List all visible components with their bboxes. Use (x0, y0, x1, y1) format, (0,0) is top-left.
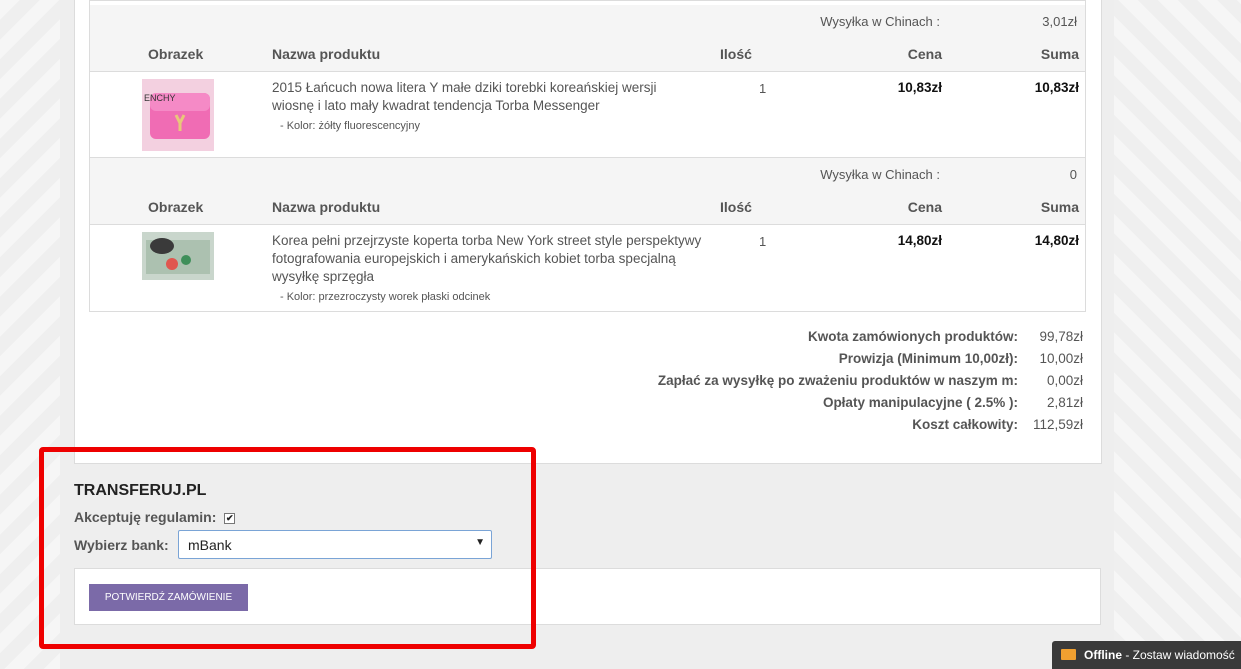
envelope-icon (1061, 649, 1076, 660)
total-value: 10,00zł (1039, 351, 1083, 366)
chat-status: Offline (1084, 648, 1122, 662)
product-image[interactable] (142, 232, 214, 280)
product-sum: 10,83zł (1034, 80, 1079, 95)
chat-text[interactable]: Offline - Zostaw wiadomość (1084, 648, 1235, 662)
chat-message: - Zostaw wiadomość (1122, 648, 1235, 662)
header-name: Nazwa produktu (272, 46, 381, 62)
product-qty: 1 (759, 234, 767, 249)
total-label: Kwota zamówionych produktów: (807, 329, 1018, 344)
total-label: Prowizja (Minimum 10,00zł): (838, 351, 1018, 366)
product-name-text[interactable]: Korea pełni przejrzyste koperta torba Ne… (272, 233, 701, 284)
chat-widget[interactable]: Offline - Zostaw wiadomość (1052, 641, 1241, 669)
svg-text:ENCHY: ENCHY (144, 93, 176, 103)
total-value: 99,78zł (1039, 329, 1083, 344)
highlight-box (39, 447, 536, 649)
total-label: Koszt całkowity: (912, 417, 1018, 432)
total-value: 0,00zł (1046, 373, 1083, 388)
header-sum: Suma (1040, 199, 1079, 215)
header-price: Cena (907, 199, 942, 215)
product-sum: 14,80zł (1034, 233, 1079, 248)
header-price: Cena (907, 46, 942, 62)
shipping-row: Wysyłka w Chinach : 3,01zł (90, 5, 1085, 39)
table-header-row: Obrazek Nazwa produktu Ilość Cena Suma (90, 38, 1085, 72)
header-qty: Ilość (720, 46, 752, 62)
product-qty: 1 (759, 81, 767, 96)
shipping-label: Wysyłka w Chinach : (820, 167, 940, 182)
shipping-value: 0 (1069, 167, 1077, 182)
product-name[interactable]: 2015 Łańcuch nowa litera Y małe dziki to… (272, 79, 702, 135)
shipping-value: 3,01zł (1042, 14, 1077, 29)
header-image: Obrazek (148, 46, 204, 62)
shipping-label: Wysyłka w Chinach : (820, 14, 940, 29)
header-name: Nazwa produktu (272, 199, 381, 215)
header-qty: Ilość (720, 199, 752, 215)
product-price: 14,80zł (897, 233, 942, 248)
order-table-1: Wysyłka w Chinach : 3,01zł Obrazek Nazwa… (89, 0, 1086, 159)
header-image: Obrazek (148, 199, 204, 215)
total-label: Opłaty manipulacyjne ( 2.5% ): (822, 395, 1018, 410)
product-name-text[interactable]: 2015 Łańcuch nowa litera Y małe dziki to… (272, 80, 656, 113)
product-variant: - Kolor: przezroczysty worek płaski odci… (280, 291, 491, 303)
table-header-row: Obrazek Nazwa produktu Ilość Cena Suma (90, 191, 1085, 225)
total-value: 2,81zł (1046, 395, 1083, 410)
shipping-row: Wysyłka w Chinach : 0 (90, 158, 1085, 192)
product-image[interactable]: ENCHY (142, 79, 214, 151)
product-price: 10,83zł (897, 80, 942, 95)
header-sum: Suma (1040, 46, 1079, 62)
total-label: Zapłać za wysyłkę po zważeniu produktów … (657, 373, 1018, 388)
total-value: 112,59zł (1032, 417, 1083, 432)
order-table-2: Wysyłka w Chinach : 0 Obrazek Nazwa prod… (89, 157, 1086, 312)
product-name[interactable]: Korea pełni przejrzyste koperta torba Ne… (272, 232, 702, 306)
product-variant: - Kolor: żółty fluorescencyjny (280, 120, 420, 132)
page-background-right (1114, 0, 1241, 669)
